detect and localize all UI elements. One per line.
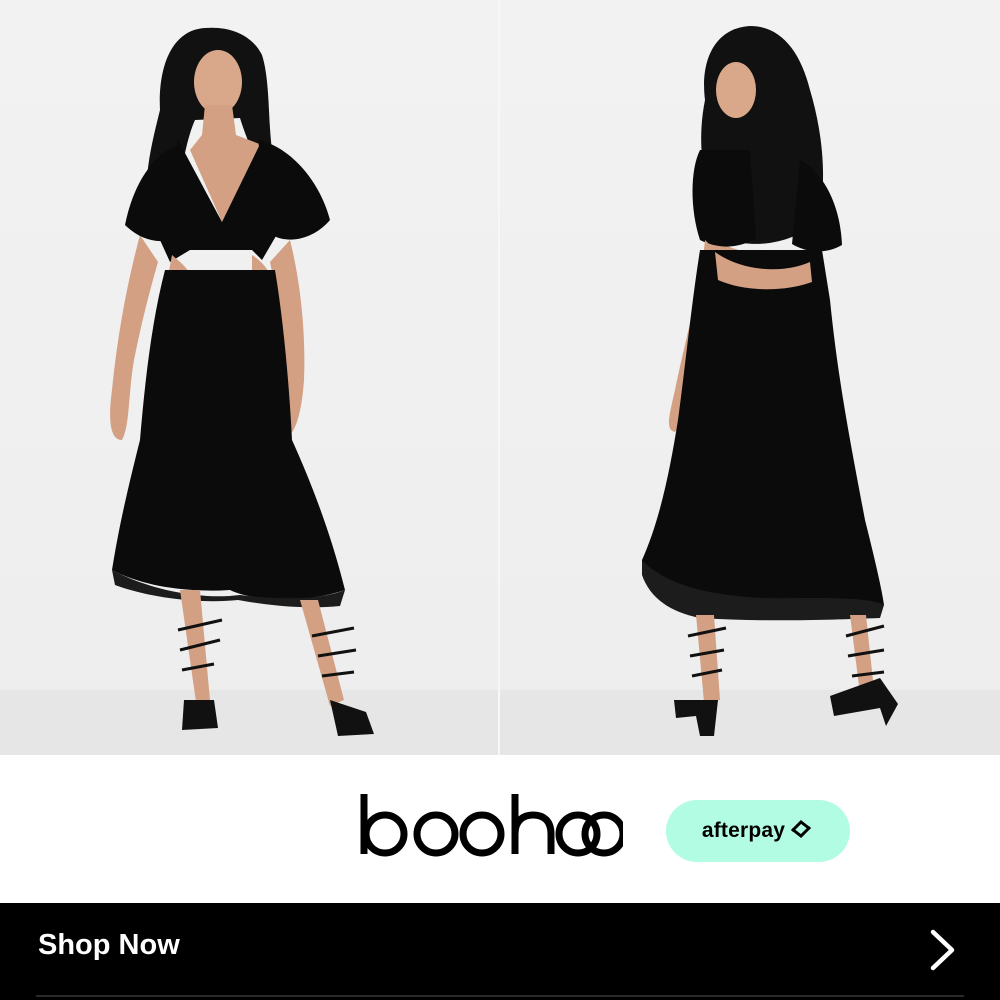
product-photo[interactable]	[0, 0, 1000, 755]
boohoo-logo	[358, 792, 627, 865]
cta-underline	[36, 995, 964, 997]
chevron-right-icon[interactable]	[928, 928, 958, 977]
afterpay-label: afterpay	[701, 819, 786, 842]
model-front-view	[110, 27, 374, 736]
afterpay-badge: afterpay	[666, 800, 850, 862]
afterpay-arrows-icon	[788, 819, 814, 844]
shop-now-label[interactable]: Shop Now	[38, 929, 180, 962]
model-back-view	[642, 26, 898, 736]
